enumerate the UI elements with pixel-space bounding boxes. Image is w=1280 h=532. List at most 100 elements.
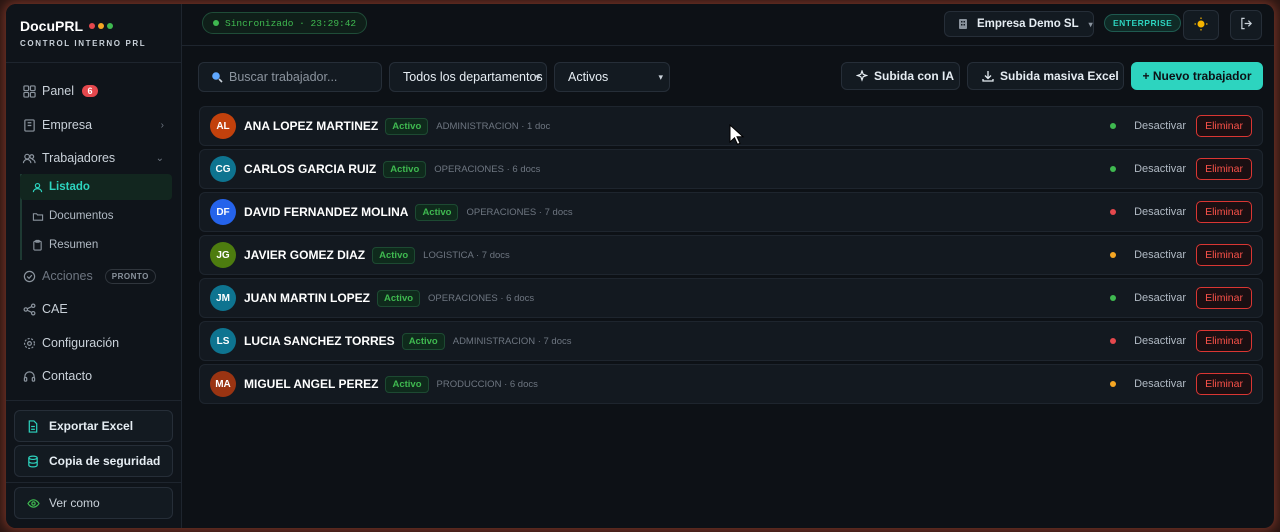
deactivate-button[interactable]: Desactivar	[1134, 292, 1186, 304]
mouse-cursor-icon	[729, 123, 745, 149]
sidebar-subitem-listado[interactable]: Listado	[20, 174, 172, 200]
deactivate-button[interactable]: Desactivar	[1134, 163, 1186, 175]
view-as-button[interactable]: Ver como	[14, 487, 173, 519]
table-row[interactable]: JM JUAN MARTIN LOPEZ Activo OPERACIONES …	[199, 278, 1263, 318]
worker-meta: ADMINISTRACION · 1 doc	[436, 120, 551, 132]
export-excel-button[interactable]: Exportar Excel	[14, 410, 173, 442]
grid-icon	[22, 84, 36, 98]
backup-button[interactable]: Copia de seguridad	[14, 445, 173, 477]
row-actions: Desactivar Eliminar	[1110, 193, 1252, 231]
table-row[interactable]: LS LUCIA SANCHEZ TORRES Activo ADMINISTR…	[199, 321, 1263, 361]
sidebar-item-configuracion[interactable]: Configuración	[14, 330, 174, 356]
status-dot	[1110, 209, 1117, 215]
window-dots	[89, 23, 113, 29]
sync-dot	[213, 20, 219, 26]
company-selector[interactable]: Empresa Demo SL ▾	[944, 11, 1094, 37]
delete-button[interactable]: Eliminar	[1196, 201, 1252, 223]
status-badge: Activo	[385, 117, 429, 135]
sidebar-item-label: Acciones	[42, 269, 93, 283]
chevron-down-icon: ▾	[1088, 19, 1093, 29]
logout-icon	[1240, 17, 1253, 33]
divider	[6, 62, 181, 63]
divider	[6, 400, 181, 401]
status-select-value: Activos	[568, 70, 609, 84]
export-excel-label: Exportar Excel	[49, 419, 134, 433]
status-badge: Activo	[401, 332, 445, 350]
sidebar-item-cae[interactable]: CAE	[14, 296, 174, 322]
table-row[interactable]: JG JAVIER GOMEZ DIAZ Activo LOGISTICA · …	[199, 235, 1263, 275]
worker-name: JUAN MARTIN LOPEZ	[244, 291, 370, 305]
worker-name: ANA LOPEZ MARTINEZ	[244, 119, 379, 133]
clipboard-icon	[32, 239, 44, 251]
delete-button[interactable]: Eliminar	[1196, 115, 1252, 137]
dot-yellow	[98, 23, 104, 29]
avatar: CG	[210, 156, 236, 182]
status-dot	[1110, 381, 1117, 387]
logout-button[interactable]	[1230, 10, 1262, 40]
department-select[interactable]: Todos los departamentos ▾	[389, 62, 547, 92]
sidebar-item-panel[interactable]: Panel 6	[14, 78, 174, 104]
sidebar-subitem-resumen[interactable]: Resumen	[20, 232, 172, 258]
ai-upload-label: Subida con IA	[874, 69, 955, 83]
sidebar-item-empresa[interactable]: Empresa ›	[14, 112, 174, 138]
worker-name: JAVIER GOMEZ DIAZ	[244, 248, 366, 262]
ai-upload-button[interactable]: Subida con IA	[841, 62, 960, 90]
worker-name: MIGUEL ANGEL PEREZ	[244, 377, 379, 391]
building-icon	[22, 118, 36, 132]
worker-meta: PRODUCCION · 6 docs	[436, 378, 538, 390]
divider	[6, 482, 181, 483]
delete-button[interactable]: Eliminar	[1196, 287, 1252, 309]
status-badge: Activo	[372, 246, 416, 264]
sparkle-icon	[856, 70, 868, 82]
new-worker-label: + Nuevo trabajador	[1142, 69, 1252, 83]
status-dot	[1110, 338, 1117, 344]
status-select[interactable]: Activos ▾	[554, 62, 670, 92]
worker-name: CARLOS GARCIA RUIZ	[244, 162, 377, 176]
sidebar-item-acciones[interactable]: Acciones PRONTO	[14, 263, 174, 289]
sidebar-subitem-label: Resumen	[49, 239, 99, 251]
delete-button[interactable]: Eliminar	[1196, 244, 1252, 266]
deactivate-button[interactable]: Desactivar	[1134, 120, 1186, 132]
new-worker-button[interactable]: + Nuevo trabajador	[1131, 62, 1263, 90]
avatar: JG	[210, 242, 236, 268]
sidebar-subitem-documentos[interactable]: Documentos	[20, 203, 172, 229]
status-badge: Activo	[415, 203, 459, 221]
delete-button[interactable]: Eliminar	[1196, 158, 1252, 180]
deactivate-button[interactable]: Desactivar	[1134, 378, 1186, 390]
deactivate-button[interactable]: Desactivar	[1134, 249, 1186, 261]
worker-name: LUCIA SANCHEZ TORRES	[244, 334, 395, 348]
top-header: Sincronizado · 23:29:42 Empresa Demo SL …	[182, 4, 1274, 46]
avatar: MA	[210, 371, 236, 397]
sidebar-item-trabajadores[interactable]: Trabajadores ⌄	[14, 145, 174, 171]
deactivate-button[interactable]: Desactivar	[1134, 335, 1186, 347]
sidebar-item-label: CAE	[42, 302, 68, 316]
bulk-upload-button[interactable]: Subida masiva Excel	[967, 62, 1124, 90]
row-actions: Desactivar Eliminar	[1110, 236, 1252, 274]
sun-icon	[1194, 17, 1208, 34]
table-row[interactable]: DF DAVID FERNANDEZ MOLINA Activo OPERACI…	[199, 192, 1263, 232]
download-icon	[982, 70, 994, 82]
table-row[interactable]: CG CARLOS GARCIA RUIZ Activo OPERACIONES…	[199, 149, 1263, 189]
status-badge: Activo	[377, 289, 421, 307]
status-badge: Activo	[385, 375, 429, 393]
bulk-upload-label: Subida masiva Excel	[1000, 69, 1119, 83]
worker-name: DAVID FERNANDEZ MOLINA	[244, 205, 409, 219]
deactivate-button[interactable]: Desactivar	[1134, 206, 1186, 218]
search-input[interactable]: Buscar trabajador...	[198, 62, 382, 92]
row-actions: Desactivar Eliminar	[1110, 365, 1252, 403]
delete-button[interactable]: Eliminar	[1196, 373, 1252, 395]
sidebar-item-label: Trabajadores	[42, 151, 116, 165]
search-icon	[211, 71, 223, 83]
sync-text: Sincronizado · 23:29:42	[225, 17, 357, 29]
sidebar-item-contacto[interactable]: Contacto	[14, 363, 174, 389]
chevron-down-icon: ▾	[658, 71, 663, 82]
sidebar-item-label: Contacto	[42, 369, 93, 383]
table-row[interactable]: MA MIGUEL ANGEL PEREZ Activo PRODUCCION …	[199, 364, 1263, 404]
row-actions: Desactivar Eliminar	[1110, 322, 1252, 360]
delete-button[interactable]: Eliminar	[1196, 330, 1252, 352]
theme-toggle-button[interactable]	[1183, 10, 1219, 40]
folder-icon	[32, 210, 44, 222]
coming-soon-badge: PRONTO	[104, 268, 156, 284]
row-actions: Desactivar Eliminar	[1110, 279, 1252, 317]
gear-icon	[22, 336, 36, 350]
